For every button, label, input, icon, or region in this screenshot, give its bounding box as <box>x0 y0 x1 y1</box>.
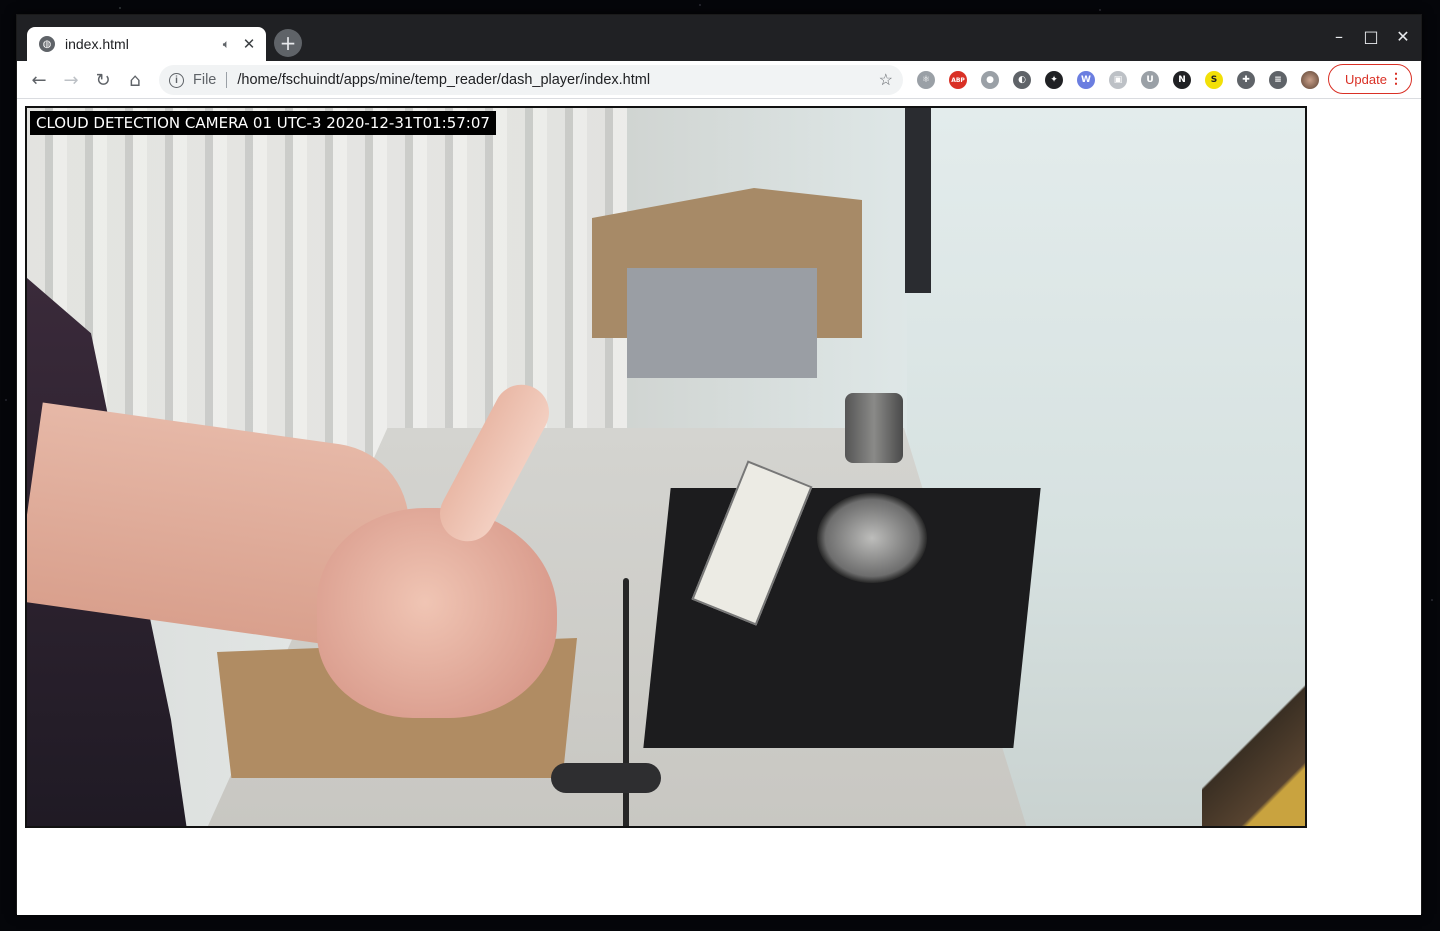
back-button[interactable]: ← <box>26 67 52 93</box>
home-button[interactable]: ⌂ <box>122 67 148 93</box>
wappalyzer-icon[interactable]: W <box>1077 71 1095 89</box>
bookmark-star-icon[interactable]: ☆ <box>879 70 893 90</box>
close-window-button[interactable]: ✕ <box>1391 27 1415 46</box>
new-tab-button[interactable]: + <box>274 29 302 57</box>
speaker-icon[interactable]: 🔈︎ <box>223 37 230 52</box>
avatar[interactable] <box>1301 71 1319 89</box>
clamp-scene <box>551 763 661 793</box>
discord-icon[interactable]: ● <box>981 71 999 89</box>
menu-icon[interactable]: ⋮ <box>1389 70 1403 87</box>
address-bar[interactable]: i File /home/fschuindt/apps/mine/temp_re… <box>159 65 903 95</box>
user-icon[interactable]: U <box>1141 71 1159 89</box>
url-text[interactable]: /home/fschuindt/apps/mine/temp_reader/da… <box>237 72 878 88</box>
tab-title: index.html <box>65 36 129 52</box>
notion-icon[interactable]: N <box>1173 71 1191 89</box>
guitar-scene <box>1202 648 1305 826</box>
title-bar: ◍ index.html 🔈︎ ✕ + – □ ✕ <box>17 15 1421 61</box>
forward-button[interactable]: → <box>58 67 84 93</box>
cooler-fan-scene <box>817 493 927 583</box>
info-icon[interactable]: i <box>169 72 184 88</box>
maximize-button[interactable]: □ <box>1359 27 1383 46</box>
browser-toolbar: ← → ↻ ⌂ i File /home/fschuindt/apps/mine… <box>17 61 1421 99</box>
update-label: Update <box>1345 71 1387 87</box>
browser-window: ◍ index.html 🔈︎ ✕ + – □ ✕ ← → ↻ ⌂ i File… <box>16 14 1422 915</box>
fist-scene <box>317 508 557 718</box>
s-extension-icon[interactable]: S <box>1205 71 1223 89</box>
media-control-icon[interactable]: ≡ <box>1269 71 1287 89</box>
video-icon[interactable]: ▣ <box>1109 71 1127 89</box>
reload-button[interactable]: ↻ <box>90 67 116 93</box>
minimize-button[interactable]: – <box>1327 27 1351 46</box>
adblock-plus-icon[interactable]: ABP <box>949 71 967 89</box>
camera-video[interactable]: CLOUD DETECTION CAMERA 01 UTC-3 2020-12-… <box>25 106 1307 828</box>
jar-scene <box>845 393 903 463</box>
puzzle-icon[interactable]: ✚ <box>1237 71 1255 89</box>
circle-icon[interactable]: ◐ <box>1013 71 1031 89</box>
gnome-icon[interactable]: ✦ <box>1045 71 1063 89</box>
react-devtools-icon[interactable]: ⚛ <box>917 71 935 89</box>
wall-bar-scene <box>905 108 931 293</box>
camera-overlay-label: CLOUD DETECTION CAMERA 01 UTC-3 2020-12-… <box>30 111 496 135</box>
globe-icon: ◍ <box>39 36 55 52</box>
close-tab-icon[interactable]: ✕ <box>240 35 258 53</box>
power-supply-scene <box>627 268 817 378</box>
scheme-label: File <box>193 72 217 88</box>
page-content: CLOUD DETECTION CAMERA 01 UTC-3 2020-12-… <box>17 100 1421 915</box>
divider <box>226 72 228 88</box>
browser-tab[interactable]: ◍ index.html 🔈︎ ✕ <box>27 27 266 61</box>
update-button[interactable]: Update ⋮ <box>1328 64 1412 94</box>
